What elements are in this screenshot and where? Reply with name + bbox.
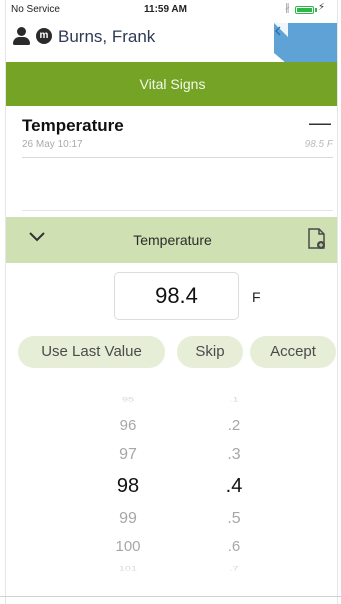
bluetooth-icon: ∦ bbox=[285, 3, 290, 14]
divider bbox=[22, 210, 333, 211]
vital-date: 26 May 10:17 bbox=[22, 139, 83, 150]
accept-button[interactable]: Accept bbox=[250, 336, 336, 368]
collapse-button[interactable]: — bbox=[309, 110, 331, 136]
picker-option[interactable]: 99 bbox=[88, 510, 168, 528]
editor-title: Temperature bbox=[133, 232, 212, 248]
use-last-value-button[interactable]: Use Last Value bbox=[18, 336, 165, 368]
charging-icon: ⚡ bbox=[318, 2, 326, 13]
skip-button[interactable]: Skip bbox=[177, 336, 243, 368]
temperature-value-input[interactable]: 98.4 bbox=[114, 272, 239, 320]
battery-tip-icon bbox=[315, 8, 317, 12]
unit-label: F bbox=[252, 289, 261, 305]
vital-row-temperature[interactable]: Temperature — 26 May 10:17 98.5 F bbox=[6, 106, 337, 164]
value-picker[interactable]: 95 96 97 98 99 100 101 .1 .2 .3 .4 .5 .6 .7 bbox=[6, 388, 337, 584]
editor-header: Temperature bbox=[6, 217, 337, 263]
picker-option[interactable]: .7 bbox=[194, 566, 274, 573]
divider bbox=[0, 596, 341, 597]
battery-icon bbox=[295, 6, 314, 14]
clock: 11:59 AM bbox=[144, 4, 187, 15]
page-title: Vital Signs bbox=[6, 62, 337, 106]
picker-option[interactable]: 96 bbox=[88, 417, 168, 434]
picker-option[interactable]: .3 bbox=[194, 446, 274, 464]
picker-option[interactable]: .6 bbox=[194, 538, 274, 555]
picker-option[interactable]: 95 bbox=[88, 397, 168, 404]
patient-name: Burns, Frank bbox=[58, 27, 156, 46]
picker-option[interactable]: .4 bbox=[194, 475, 274, 498]
picker-option[interactable]: 97 bbox=[88, 446, 168, 464]
picker-option[interactable]: .1 bbox=[194, 397, 274, 404]
patient-badge: m bbox=[36, 28, 52, 44]
integer-wheel[interactable]: 95 96 97 98 99 100 101 bbox=[88, 388, 168, 584]
status-bar: No Service 11:59 AM ∦ ⚡ bbox=[6, 0, 337, 20]
picker-option[interactable]: .5 bbox=[194, 510, 274, 528]
person-icon bbox=[13, 27, 30, 47]
decimal-wheel[interactable]: .1 .2 .3 .4 .5 .6 .7 bbox=[194, 388, 274, 584]
vital-label: Temperature bbox=[22, 116, 124, 135]
picker-option[interactable]: .2 bbox=[194, 417, 274, 434]
flag-tab-icon[interactable] bbox=[274, 23, 337, 63]
divider bbox=[22, 157, 333, 158]
picker-option[interactable]: 98 bbox=[88, 475, 168, 498]
app-screen: No Service 11:59 AM ∦ ⚡ m Burns, Frank V… bbox=[5, 0, 338, 604]
vital-last-value: 98.5 F bbox=[304, 139, 333, 150]
patient-banner[interactable]: m Burns, Frank bbox=[6, 20, 337, 63]
carrier-label: No Service bbox=[11, 4, 60, 15]
document-add-icon[interactable] bbox=[306, 227, 328, 251]
picker-option[interactable]: 100 bbox=[88, 538, 168, 555]
picker-option[interactable]: 101 bbox=[88, 566, 168, 573]
